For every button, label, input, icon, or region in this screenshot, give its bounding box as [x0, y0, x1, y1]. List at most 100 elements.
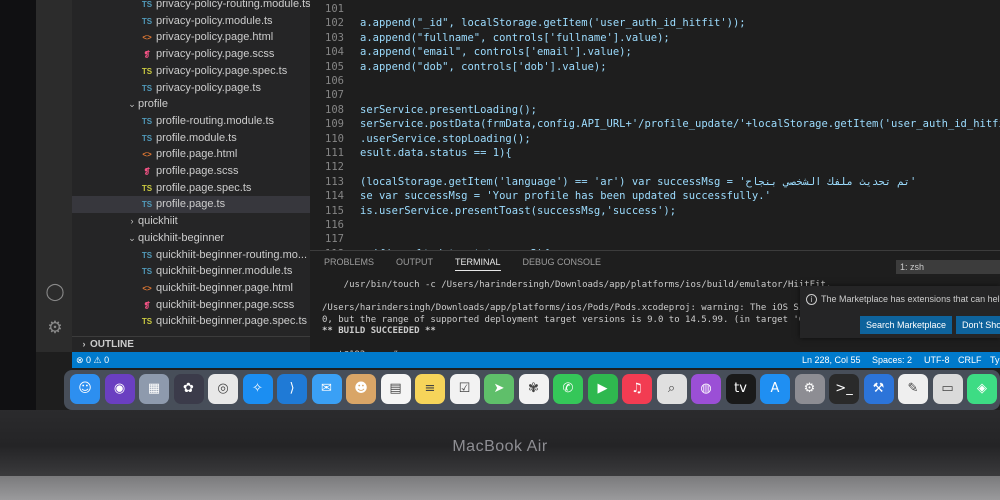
dock-app-finder-icon[interactable]: ☺ — [70, 374, 100, 404]
sidebar-item[interactable]: ⌄ quickhiit-beginner — [72, 230, 310, 247]
code-editor[interactable]: 101 102 a.append("_id", localStorage.getIt… — [310, 0, 1000, 260]
code-text: esult.data.status == 1){ — [360, 147, 512, 159]
dock-app-contacts-icon[interactable]: ☻ — [346, 374, 376, 404]
dock-app-maps-icon[interactable]: ➤ — [484, 374, 514, 404]
dock-app-system-preferences-icon[interactable]: ⚙ — [794, 374, 825, 404]
code-text: (localStorage.getItem('language') == 'ar… — [360, 175, 917, 188]
indentation[interactable]: Spaces: 2 — [872, 352, 912, 368]
sidebar-item[interactable]: TS privacy-policy.page.spec.ts — [72, 63, 310, 80]
dock-app-messages-icon[interactable]: ✆ — [553, 374, 583, 404]
code-text: a.append("dob", controls['dob'].value); — [360, 60, 607, 73]
dock-app-preview-icon[interactable]: ⌕ — [656, 374, 687, 404]
info-icon: i — [806, 294, 817, 305]
status-bar: ⊗ 0 ⚠ 0 Ln 228, Col 55 Spaces: 2 UTF-8 C… — [72, 352, 1000, 368]
sidebar-item-label: privacy-policy.page.html — [156, 31, 274, 44]
dock-app-chrome-icon[interactable]: ◎ — [208, 374, 238, 404]
line-number: 107 — [325, 89, 344, 102]
sidebar-item[interactable]: › quickhiit — [72, 213, 310, 230]
sidebar-item[interactable]: <> quickhiit-beginner.page.html — [72, 280, 310, 297]
typescript-file-icon: TS — [141, 116, 153, 126]
encoding[interactable]: UTF-8 — [924, 352, 950, 368]
sidebar-item[interactable]: ❡ privacy-policy.page.scss — [72, 46, 310, 63]
language-mode[interactable]: TypeScript — [990, 352, 1000, 368]
dock-app-simulator-icon[interactable]: ▭ — [932, 374, 963, 404]
code-line: 104 a.append("email", controls['email'].v… — [310, 45, 1000, 60]
tab-problems[interactable]: PROBLEMS — [324, 257, 374, 270]
typescript-file-icon: TS — [141, 0, 153, 9]
typescript-file-icon: TS — [141, 200, 153, 210]
dock-app-siri-icon[interactable]: ◉ — [104, 374, 135, 404]
code-text: se var successMsg = 'Your profile has be… — [360, 190, 771, 203]
sidebar-item[interactable]: TS privacy-policy.page.ts — [72, 80, 310, 97]
code-line: 105 a.append("dob", controls['dob'].value… — [310, 60, 1000, 75]
sidebar-item[interactable]: ⌄ profile — [72, 96, 310, 113]
dock-app-calendar-icon[interactable]: ▤ — [380, 374, 411, 404]
sidebar-item[interactable]: TS quickhiit-beginner.page.spec.ts — [72, 313, 310, 330]
line-number: 102 — [325, 17, 344, 30]
line-number: 114 — [325, 190, 344, 203]
dock-app-app-store-icon[interactable]: A — [760, 374, 790, 404]
sidebar-item[interactable]: TS quickhiit-beginner.module.ts — [72, 263, 310, 280]
dock-app-davinci-resolve-icon[interactable]: ✿ — [173, 374, 204, 404]
tab-debug-console[interactable]: DEBUG CONSOLE — [523, 257, 602, 270]
terminal-line: /usr/bin/touch -c /Users/harindersingh/D… — [322, 280, 832, 290]
dock-app-mail-icon[interactable]: ✉ — [311, 374, 342, 404]
sidebar-item-label: profile.page.spec.ts — [156, 181, 252, 194]
typescript-file-icon: TS — [141, 133, 153, 143]
dont-show-again-button[interactable]: Don't Show Again — [956, 316, 1000, 334]
dock-app-xcode-icon[interactable]: ⚒ — [863, 374, 894, 404]
dock: ☺ ◉ ▦ ✿ ◎ ✧ ⟩ ✉ ☻ ▤ ≡ ☑ ➤ ✾ ✆ ▶ ♫ ⌕ ◍ tv A ⚙ >_ ⚒ ✎ ▭ ◈ — [64, 370, 1000, 410]
dock-app-music-icon[interactable]: ♫ — [622, 374, 652, 404]
dock-app-safari-icon[interactable]: ✧ — [242, 374, 273, 404]
sidebar-item[interactable]: TS profile-routing.module.ts — [72, 113, 310, 130]
terminal-select[interactable]: 1: zsh — [896, 260, 1000, 274]
sidebar-item[interactable]: <> privacy-policy.page.html — [72, 29, 310, 46]
outline-section[interactable]: › OUTLINE — [72, 336, 310, 352]
tab-terminal[interactable]: TERMINAL — [455, 257, 501, 271]
html-file-icon: <> — [142, 33, 152, 43]
sidebar-item-label: privacy-policy-routing.module.ts — [156, 0, 310, 10]
sidebar-item[interactable]: <> profile.page.html — [72, 146, 310, 163]
dock-app-terminal-icon[interactable]: >_ — [829, 374, 859, 404]
dock-app-android-studio-icon[interactable]: ◈ — [967, 374, 997, 404]
code-line: 110 .userService.stopLoading(); — [310, 132, 1000, 147]
sidebar-item[interactable]: TS quickhiit-beginner-routing.mo... — [72, 247, 310, 264]
cursor-position[interactable]: Ln 228, Col 55 — [802, 352, 861, 368]
sidebar-item[interactable]: TS privacy-policy.module.ts — [72, 13, 310, 30]
dock-app-launchpad-icon[interactable]: ▦ — [139, 374, 169, 404]
account-icon[interactable]: ◯ — [45, 282, 65, 302]
code-line: 113 (localStorage.getItem('language') == … — [310, 175, 1000, 190]
dock-app-photos-icon[interactable]: ✾ — [518, 374, 549, 404]
sidebar-item[interactable]: ❡ profile.page.scss — [72, 163, 310, 180]
typescript-file-icon: TS — [141, 66, 153, 76]
sidebar-item[interactable]: TS profile.page.ts — [72, 196, 310, 214]
line-number: 106 — [325, 75, 344, 87]
dock-app-vs-code-icon[interactable]: ⟩ — [277, 374, 307, 404]
dock-app-tv-icon[interactable]: tv — [725, 374, 756, 404]
html-file-icon: <> — [142, 283, 152, 293]
line-number: 117 — [325, 233, 344, 246]
search-marketplace-button[interactable]: Search Marketplace — [860, 316, 953, 334]
laptop-base — [0, 476, 1000, 500]
dock-app-reminders-icon[interactable]: ☑ — [449, 374, 480, 404]
code-text: a.append("fullname", controls['fullname'… — [360, 31, 670, 44]
sidebar-item[interactable]: ❡ quickhiit-beginner.page.scss — [72, 297, 310, 314]
sidebar-item-label: quickhiit-beginner.page.scss — [156, 298, 295, 311]
typescript-file-icon: TS — [141, 83, 153, 93]
dock-app-podcasts-icon[interactable]: ◍ — [691, 374, 721, 404]
problems-count[interactable]: ⊗ 0 ⚠ 0 — [76, 352, 109, 368]
line-number: 112 — [325, 161, 344, 174]
sidebar-item[interactable]: TS privacy-policy-routing.module.ts — [72, 0, 310, 13]
gear-icon[interactable]: ⚙ — [45, 318, 65, 338]
line-ending[interactable]: CRLF — [958, 352, 982, 368]
code-line: 102 a.append("_id", localStorage.getItem(… — [310, 16, 1000, 31]
sidebar-item[interactable]: TS profile.page.spec.ts — [72, 180, 310, 197]
sidebar-item[interactable]: TS profile.module.ts — [72, 130, 310, 147]
dock-app-facetime-icon[interactable]: ▶ — [587, 374, 618, 404]
laptop-brand: MacBook Air — [452, 438, 548, 455]
tab-output[interactable]: OUTPUT — [396, 257, 433, 270]
dock-app-textedit-icon[interactable]: ✎ — [898, 374, 928, 404]
terminal-line: /Users/harindersingh/Downloads/app/platf… — [322, 303, 832, 314]
dock-app-notes-icon[interactable]: ≡ — [415, 374, 445, 404]
sidebar-item-label: quickhiit — [138, 215, 178, 228]
